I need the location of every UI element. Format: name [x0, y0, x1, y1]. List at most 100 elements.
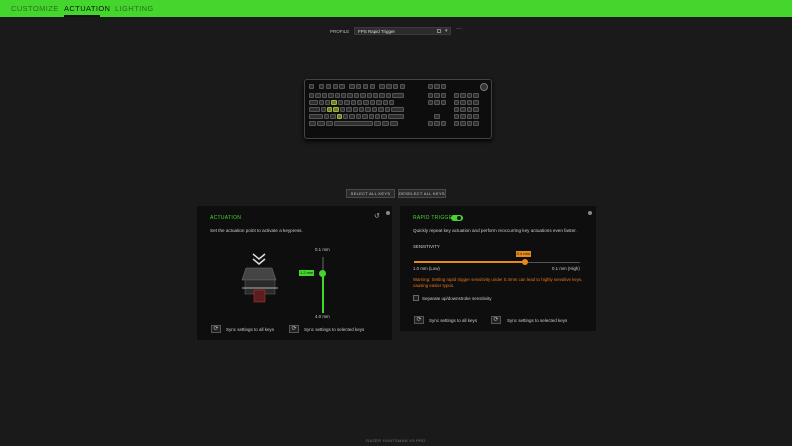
- keyboard-key[interactable]: [339, 107, 346, 112]
- keyboard-key[interactable]: [381, 114, 387, 119]
- keyboard-key[interactable]: [378, 107, 384, 112]
- keyboard-key[interactable]: [347, 93, 353, 98]
- keyboard-key[interactable]: [332, 84, 338, 89]
- keyboard-key[interactable]: [357, 100, 363, 105]
- keyboard-key[interactable]: [365, 107, 371, 112]
- keyboard-key[interactable]: [473, 114, 479, 119]
- keyboard-key[interactable]: [363, 100, 369, 105]
- keyboard-key[interactable]: [454, 121, 460, 126]
- keyboard-key[interactable]: [330, 114, 336, 119]
- keyboard-key[interactable]: [368, 114, 374, 119]
- sync-icon[interactable]: ⟳: [491, 316, 501, 324]
- keyboard-key[interactable]: [309, 114, 323, 119]
- keyboard-key[interactable]: [460, 100, 466, 105]
- keyboard-key[interactable]: [399, 84, 406, 89]
- keyboard-key[interactable]: [360, 93, 366, 98]
- keyboard-key[interactable]: [373, 121, 381, 126]
- keyboard-key[interactable]: [325, 121, 333, 126]
- keyboard-key[interactable]: [362, 114, 368, 119]
- keyboard-key[interactable]: [440, 121, 447, 126]
- keyboard-key[interactable]: [352, 107, 358, 112]
- keyboard-key[interactable]: [318, 100, 324, 105]
- keyboard-key[interactable]: [440, 84, 447, 89]
- keyboard-key[interactable]: [349, 84, 355, 89]
- profile-edit-icon[interactable]: [437, 29, 441, 33]
- keyboard-key[interactable]: [325, 84, 332, 89]
- keyboard-key[interactable]: [454, 114, 460, 119]
- rapid-sync-all-label[interactable]: Sync settings to all keys: [429, 318, 477, 323]
- keyboard-key[interactable]: [309, 93, 315, 98]
- keyboard-key[interactable]: [460, 121, 466, 126]
- keyboard-image[interactable]: [304, 79, 492, 139]
- keyboard-key[interactable]: [321, 93, 328, 98]
- keyboard-key[interactable]: [473, 100, 479, 105]
- keyboard-key[interactable]: [319, 84, 325, 89]
- keyboard-key[interactable]: [440, 100, 447, 105]
- tab-actuation[interactable]: ACTUATION: [64, 4, 110, 13]
- keyboard-key[interactable]: [454, 93, 460, 98]
- actuation-slider-thumb[interactable]: [319, 269, 326, 277]
- keyboard-key[interactable]: [353, 93, 360, 98]
- keyboard-key[interactable]: [466, 121, 473, 126]
- reset-icon[interactable]: ↺: [374, 212, 380, 220]
- keyboard-key[interactable]: [355, 114, 362, 119]
- keyboard-key[interactable]: [323, 114, 330, 119]
- keyboard-key[interactable]: [369, 84, 375, 89]
- keyboard-key[interactable]: [473, 107, 479, 112]
- keyboard-key[interactable]: [392, 93, 404, 98]
- keyboard-key[interactable]: [434, 93, 440, 98]
- keyboard-key[interactable]: [473, 93, 479, 98]
- keyboard-key[interactable]: [428, 121, 434, 126]
- sensitivity-slider-thumb[interactable]: [521, 259, 528, 265]
- keyboard-key[interactable]: [336, 114, 342, 119]
- keyboard-key[interactable]: [460, 114, 466, 119]
- keyboard-key[interactable]: [434, 114, 440, 119]
- keyboard-key[interactable]: [362, 84, 369, 89]
- keyboard-key[interactable]: [393, 84, 399, 89]
- keyboard-key[interactable]: [386, 84, 392, 89]
- keyboard-key[interactable]: [337, 100, 344, 105]
- deselect-all-keys-button[interactable]: DESELECT ALL KEYS: [398, 189, 446, 198]
- keyboard-key[interactable]: [366, 93, 372, 98]
- keyboard-key[interactable]: [387, 114, 404, 119]
- keyboard-key[interactable]: [320, 107, 326, 112]
- keyboard-key[interactable]: [349, 114, 355, 119]
- keyboard-key[interactable]: [333, 121, 373, 126]
- separate-stroke-label[interactable]: Separate up/downstroke sensitivity: [422, 296, 492, 301]
- info-icon[interactable]: [588, 211, 592, 215]
- keyboard-key[interactable]: [328, 93, 334, 98]
- separate-stroke-checkbox[interactable]: [413, 295, 419, 301]
- keyboard-key[interactable]: [344, 100, 350, 105]
- keyboard-key[interactable]: [466, 93, 473, 98]
- keyboard-key[interactable]: [325, 100, 331, 105]
- keyboard-key[interactable]: [389, 100, 395, 105]
- keyboard-key[interactable]: [428, 84, 434, 89]
- keyboard-key[interactable]: [434, 84, 440, 89]
- actuation-sync-all-label[interactable]: Sync settings to all keys: [226, 327, 274, 332]
- profile-more-button[interactable]: ···: [456, 26, 462, 32]
- keyboard-key[interactable]: [334, 93, 340, 98]
- keyboard-key[interactable]: [339, 84, 345, 89]
- keyboard-key[interactable]: [466, 100, 473, 105]
- keyboard-key[interactable]: [317, 121, 325, 126]
- keyboard-key[interactable]: [350, 100, 356, 105]
- keyboard-key[interactable]: [309, 100, 318, 105]
- keyboard-key[interactable]: [369, 100, 376, 105]
- keyboard-key[interactable]: [434, 100, 440, 105]
- keyboard-key[interactable]: [460, 93, 466, 98]
- keyboard-key[interactable]: [434, 121, 440, 126]
- select-all-keys-button[interactable]: SELECT ALL KEYS: [346, 189, 395, 198]
- keyboard-key[interactable]: [428, 93, 434, 98]
- keyboard-key[interactable]: [390, 121, 398, 126]
- keyboard-key[interactable]: [309, 121, 317, 126]
- sync-icon[interactable]: ⟳: [211, 325, 221, 333]
- keyboard-key[interactable]: [315, 93, 321, 98]
- chevron-down-icon[interactable]: ▾: [445, 28, 448, 34]
- keyboard-key[interactable]: [428, 100, 434, 105]
- keyboard-key[interactable]: [356, 84, 362, 89]
- keyboard-key[interactable]: [454, 100, 460, 105]
- keyboard-key[interactable]: [381, 121, 390, 126]
- keyboard-key[interactable]: [382, 100, 388, 105]
- keyboard-key[interactable]: [341, 93, 347, 98]
- keyboard-key[interactable]: [373, 93, 379, 98]
